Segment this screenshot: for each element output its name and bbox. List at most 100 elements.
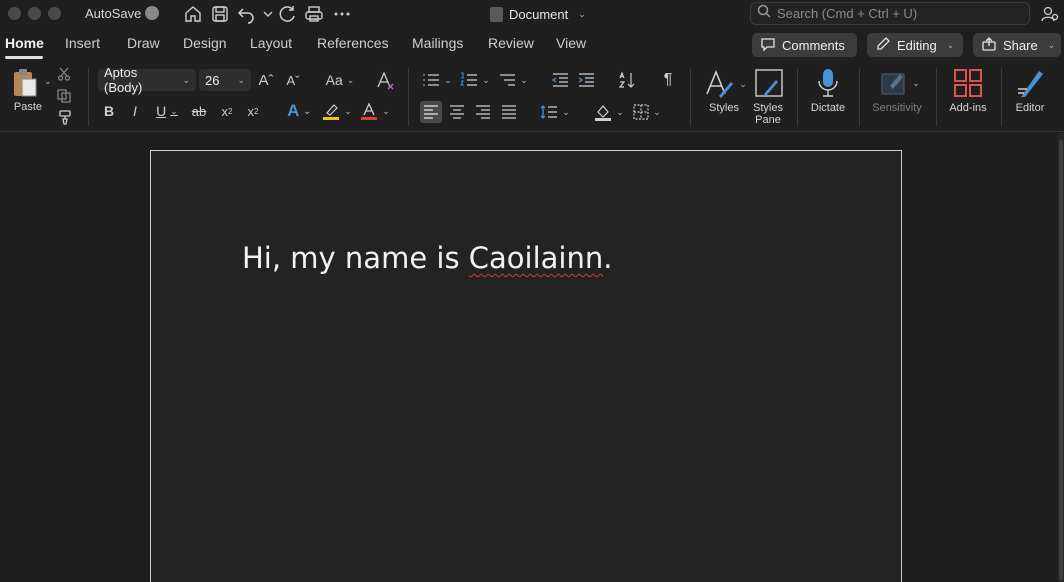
text-effects-icon[interactable]: A ⌄ [282,101,316,121]
increase-indent-icon[interactable] [576,70,596,90]
separator [408,68,409,126]
align-left-button[interactable] [420,101,442,123]
title-bar: AutoSave Document ⌄ [0,0,1064,28]
strikethrough-button[interactable]: ab [189,102,209,120]
close-window-button[interactable] [8,7,21,20]
zoom-window-button[interactable] [48,7,61,20]
paste-dropdown-icon[interactable]: ⌄ [44,76,52,87]
active-tab-indicator [5,56,43,59]
share-icon [981,36,997,55]
sensitivity-label: Sensitivity [872,102,922,114]
editor-icon[interactable] [1013,66,1047,100]
microphone-icon[interactable] [811,66,845,100]
show-formatting-marks-icon[interactable]: ¶ [658,70,678,90]
numbering-icon[interactable]: ⌄ [458,70,492,90]
format-painter-icon[interactable] [56,108,74,126]
separator [690,68,691,126]
print-icon[interactable] [304,4,324,24]
tab-draw[interactable]: Draw [127,35,160,51]
decrease-indent-icon[interactable] [550,70,570,90]
chevron-down-icon: ⌄ [182,74,190,85]
home-ribbon: ⌄ Paste Aptos (Body) ⌄ 26 ⌄ Aˆ Aˇ Aa ⌄ B … [0,62,1064,132]
styles-gallery-icon[interactable]: ⌄ [702,66,748,102]
document-page[interactable]: Hi, my name is Caoilainn. [150,150,902,582]
chevron-down-icon: ⌄ [237,74,245,85]
separator [859,68,860,126]
styles-pane-label: Styles Pane [753,102,783,126]
document-canvas[interactable]: Hi, my name is Caoilainn. [0,133,1064,582]
change-case-icon[interactable]: Aa ⌄ [323,71,357,89]
underline-button[interactable]: U ⌄ [153,102,181,120]
highlight-color-icon[interactable]: ⌄ [320,101,354,121]
sensitivity-icon[interactable]: ⌄ [876,66,922,100]
undo-dropdown-icon[interactable] [258,4,273,24]
subscript-button[interactable]: x2 [219,102,235,120]
more-icon[interactable] [332,4,352,24]
editing-mode-button[interactable]: Editing ⌄ [867,33,963,57]
comments-button[interactable]: Comments [752,33,857,57]
bold-button[interactable]: B [101,102,117,120]
autosave-label: AutoSave [85,6,142,21]
search-input[interactable] [777,6,1017,21]
add-ins-label: Add-ins [949,102,987,114]
tab-view[interactable]: View [556,35,586,51]
document-title[interactable]: Document ⌄ [490,4,586,24]
superscript-button[interactable]: x2 [245,102,261,120]
grow-font-icon[interactable]: Aˆ [257,71,275,89]
justify-icon[interactable] [498,101,520,123]
chevron-down-icon: ⌄ [1047,39,1056,50]
align-left-icon [420,101,442,123]
save-icon[interactable] [210,4,230,24]
copy-icon[interactable] [56,88,72,104]
comment-icon [760,36,776,55]
misspelled-word[interactable]: Caoilainn [469,241,603,275]
home-icon[interactable] [183,4,203,24]
search-box[interactable] [750,2,1030,25]
align-right-icon[interactable] [472,101,494,123]
italic-button[interactable]: I [127,102,143,120]
multilevel-list-icon[interactable]: ⌄ [496,70,530,90]
ribbon-tabs: Home Insert Draw Design Layout Reference… [0,28,1064,62]
editor-label: Editor [1015,102,1045,114]
dictate-label: Dictate [810,102,846,114]
editing-mode-label: Editing [897,37,937,53]
undo-icon[interactable] [236,4,256,24]
document-title-text: Document [509,6,569,22]
pencil-icon [875,36,891,55]
align-center-icon[interactable] [446,101,468,123]
font-size-select[interactable]: 26 ⌄ [199,69,251,91]
separator [797,68,798,126]
shrink-font-icon[interactable]: Aˇ [284,71,302,89]
shading-icon[interactable]: ⌄ [592,101,626,123]
minimize-window-button[interactable] [28,7,41,20]
tab-references[interactable]: References [317,35,389,51]
search-icon [757,4,771,23]
tab-insert[interactable]: Insert [65,35,100,51]
add-ins-icon[interactable] [951,66,985,100]
paste-label: Paste [13,101,43,113]
tab-mailings[interactable]: Mailings [412,35,463,51]
sort-icon[interactable] [617,70,637,90]
share-button[interactable]: Share ⌄ [973,33,1061,57]
tab-layout[interactable]: Layout [250,35,292,51]
styles-pane-icon[interactable] [752,66,786,100]
borders-icon[interactable]: ⌄ [630,101,664,123]
line-spacing-icon[interactable]: ⌄ [538,101,572,123]
font-color-icon[interactable]: ⌄ [358,101,392,121]
tab-review[interactable]: Review [488,35,534,51]
account-icon[interactable] [1040,4,1060,24]
tab-design[interactable]: Design [183,35,227,51]
document-body-text[interactable]: Hi, my name is Caoilainn. [242,241,612,275]
autosave-toggle[interactable] [145,6,159,20]
tab-home[interactable]: Home [5,35,44,51]
text-run: Hi, my name is [242,241,469,275]
paste-icon[interactable] [8,66,42,100]
styles-label: Styles [709,102,739,114]
redo-icon[interactable] [277,4,297,24]
clear-formatting-icon[interactable] [375,70,395,90]
font-name-select[interactable]: Aptos (Body) ⌄ [98,65,196,95]
cut-icon[interactable] [56,66,72,82]
chevron-down-icon: ⌄ [578,8,586,19]
scrollbar-thumb[interactable] [1059,140,1063,580]
bullets-icon[interactable]: ⌄ [420,70,454,90]
